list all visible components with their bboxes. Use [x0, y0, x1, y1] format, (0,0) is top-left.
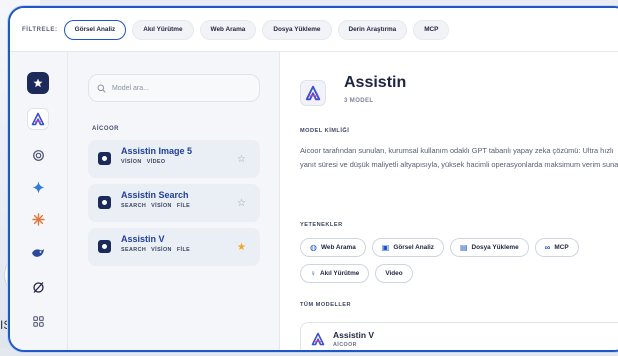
favorite-star-icon[interactable]: ☆ — [237, 154, 246, 165]
model-avatar — [98, 196, 111, 209]
capability-akil-yurutme[interactable]: ♀ Akıl Yürütme — [300, 264, 370, 283]
model-tags: SEARCH VİSİON FİLE — [121, 203, 191, 209]
link-icon: ∞ — [544, 243, 551, 252]
capabilities-label: YETENEKLER — [300, 222, 343, 228]
identity-label: MODEL KİMLİĞİ — [300, 128, 350, 134]
model-avatar — [98, 152, 111, 165]
bulb-icon: ♀ — [310, 269, 316, 278]
capabilities-row-2: ♀ Akıl Yürütme Video — [300, 264, 419, 283]
favorite-star-icon[interactable]: ☆ — [237, 198, 246, 209]
assistin-logo-icon — [311, 332, 325, 346]
filter-label: FİLTRELE: — [22, 26, 58, 33]
assistin-logo-icon — [300, 80, 326, 106]
openai-icon[interactable] — [27, 144, 49, 166]
deepseek-icon[interactable] — [27, 242, 49, 264]
model-card-assistin-image-5[interactable]: Assistin Image 5 VİSİON VİDEO ☆ — [88, 140, 260, 178]
model-name: Assistin V — [121, 234, 165, 244]
detail-title: Assistin — [344, 74, 407, 91]
model-list-panel: Model ara... AİCOOR Assistin Image 5 VİS… — [68, 52, 280, 350]
favorite-star-icon[interactable]: ★ — [237, 242, 246, 253]
filter-chip-derin-arastirma[interactable]: Derin Araştırma — [337, 19, 408, 40]
search-icon — [97, 84, 106, 93]
image-icon: ▣ — [381, 243, 390, 252]
all-models-item[interactable]: Assistin V AİCOOR — [300, 322, 618, 350]
claude-icon[interactable] — [27, 208, 49, 230]
provider-rail — [10, 52, 68, 350]
detail-model-count: 3 MODEL — [344, 98, 374, 104]
model-card-assistin-search[interactable]: Assistin Search SEARCH VİSİON FİLE ☆ — [88, 184, 260, 222]
model-picker-window: FİLTRELE: Görsel Analiz Akıl Yürütme Web… — [8, 6, 618, 352]
all-models-label: TÜM MODELLER — [300, 302, 352, 308]
filter-chip-akil-yurutme[interactable]: Akıl Yürütme — [132, 19, 194, 40]
capabilities-row: ◍ Web Arama ▣ Görsel Analiz ▤ Dosya Yükleme… — [300, 238, 585, 257]
filter-chip-dosya-yukleme[interactable]: Dosya Yükleme — [262, 19, 332, 40]
capability-dosya-yukleme[interactable]: ▤ Dosya Yükleme — [449, 238, 529, 257]
model-name: Assistin Image 5 — [121, 146, 193, 156]
filter-chip-web-arama[interactable]: Web Arama — [199, 19, 257, 40]
provider-section-title: AİCOOR — [92, 126, 119, 132]
model-tags: VİSİON VİDEO — [121, 159, 166, 165]
assistin-logo-icon[interactable] — [27, 108, 49, 130]
model-description: Aicoor tarafından sunulan, kurumsal kull… — [300, 146, 618, 169]
filter-chip-mcp[interactable]: MCP — [413, 19, 450, 40]
model-name: Assistin Search — [121, 190, 189, 200]
all-model-name: Assistin V — [333, 330, 375, 340]
capability-mcp[interactable]: ∞ MCP — [534, 238, 579, 257]
filter-chip-gorsel-analiz[interactable]: Görsel Analiz — [63, 19, 127, 40]
all-model-org: AİCOOR — [333, 342, 357, 348]
grid-icon[interactable] — [27, 310, 49, 332]
model-card-assistin-v[interactable]: Assistin V SEARCH VİSİON FİLE ★ — [88, 228, 260, 266]
model-tags: SEARCH VİSİON FİLE — [121, 247, 191, 253]
file-icon: ▤ — [459, 243, 468, 252]
model-avatar — [98, 240, 111, 253]
globe-icon: ◍ — [310, 243, 317, 252]
search-input[interactable]: Model ara... — [88, 74, 260, 102]
capability-web-arama[interactable]: ◍ Web Arama — [300, 238, 366, 257]
grok-icon[interactable] — [27, 276, 49, 298]
gemini-icon[interactable] — [27, 176, 49, 198]
capability-video[interactable]: Video — [375, 264, 413, 283]
star-icon[interactable] — [27, 72, 49, 94]
filter-bar: FİLTRELE: Görsel Analiz Akıl Yürütme Web… — [10, 8, 618, 52]
model-detail-panel: Assistin 3 MODEL MODEL KİMLİĞİ Aicoor ta… — [280, 52, 618, 350]
capability-gorsel-analiz[interactable]: ▣ Görsel Analiz — [371, 238, 444, 257]
search-placeholder: Model ara... — [112, 84, 149, 92]
